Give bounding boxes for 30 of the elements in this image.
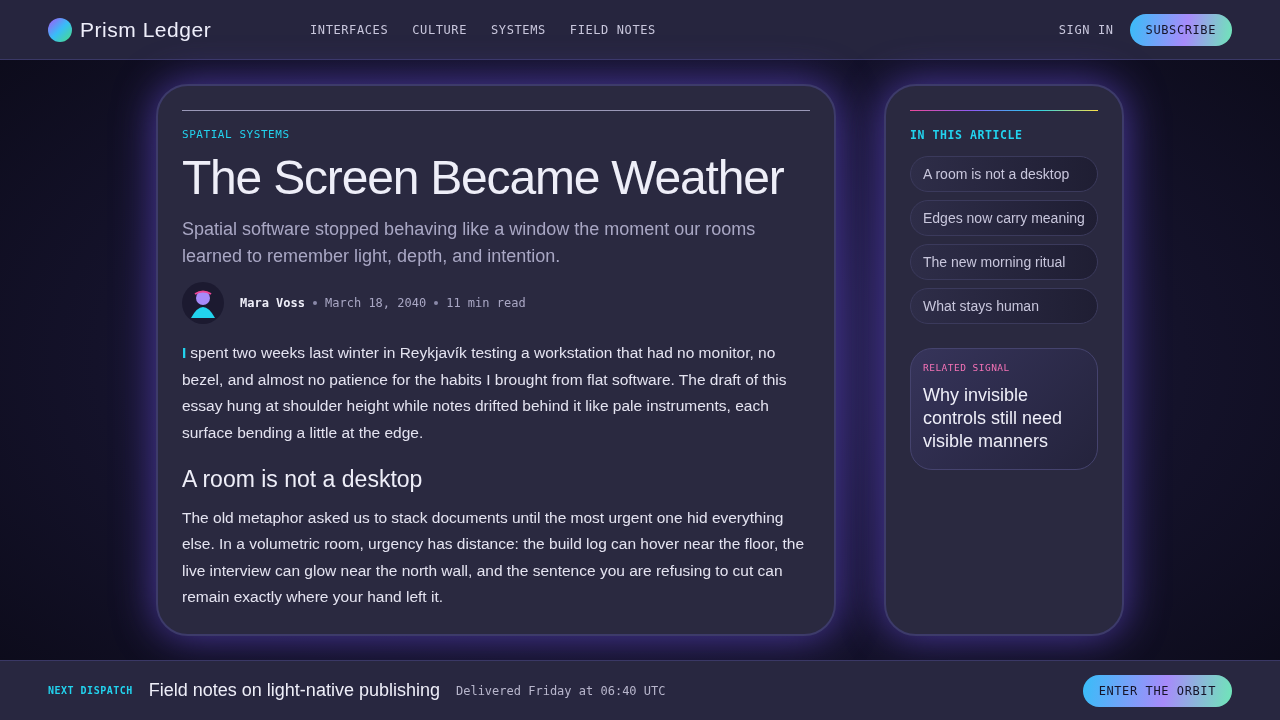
enter-orbit-button[interactable]: ENTER THE ORBIT <box>1082 674 1232 707</box>
body-paragraph: The old metaphor asked us to stack documents until the most urgent one hid everything else. In a volumetric room, urgency has distance: the build log can hover near the floor, the live interview can glow near the north wall, and the sentence you are refusing to cut can remain exactly where your hand left it. <box>182 507 806 608</box>
related-card[interactable]: RELATED SIGNAL Why invisible controls still need visible manners <box>910 348 1098 470</box>
publish-date: March 18, 2040 <box>325 295 427 313</box>
brand-name[interactable]: Prism Ledger <box>80 13 212 46</box>
nav-link[interactable]: FIELD NOTES <box>569 20 656 39</box>
toc-item[interactable]: Edges now carry meaning <box>910 200 1098 237</box>
intro-paragraph: I spent two weeks last winter in Reykjavík testing a workstation that had no monitor, no bezel, and almost no patience for the habits I brought from flat software. The draft of this essay hung at shoulder height while notes drifted behind it like pale instruments, each surface bending a little at the edge. <box>182 343 788 443</box>
logo-icon <box>48 17 72 42</box>
section-heading: A room is not a desktop <box>182 465 424 495</box>
subscribe-button[interactable]: SUBSCRIBE <box>1129 13 1232 46</box>
nav-link[interactable]: SYSTEMS <box>491 20 546 39</box>
author-name: Mara Voss <box>240 295 306 313</box>
nav-link[interactable]: INTERFACES <box>310 20 389 39</box>
article-title: The Screen Became Weather <box>182 151 785 205</box>
toc-item[interactable]: A room is not a desktop <box>910 156 1098 193</box>
toc-item[interactable]: What stays human <box>910 288 1098 325</box>
related-label: RELATED SIGNAL <box>923 361 1011 376</box>
category-label: SPATIAL SYSTEMS <box>182 127 291 143</box>
delivery-time: Delivered Friday at 06:40 UTC <box>455 682 666 700</box>
nav-link[interactable]: CULTURE <box>412 20 468 39</box>
sign-in-link[interactable]: SIGN IN <box>1058 20 1114 39</box>
related-title: Why invisible controls still need visible manners <box>923 383 1064 453</box>
toc-heading: IN THIS ARTICLE <box>910 127 1024 144</box>
read-time: 11 min read <box>446 295 526 313</box>
article-subtitle: Spatial software stopped behaving like a window the moment our rooms learned to remember light, depth, and intention. <box>182 218 757 269</box>
author-avatar <box>182 282 224 325</box>
toc-item[interactable]: The new morning ritual <box>910 244 1098 281</box>
dispatch-title: Field notes on light-native publishing <box>148 679 440 702</box>
dispatch-label: NEXT DISPATCH <box>48 684 133 698</box>
